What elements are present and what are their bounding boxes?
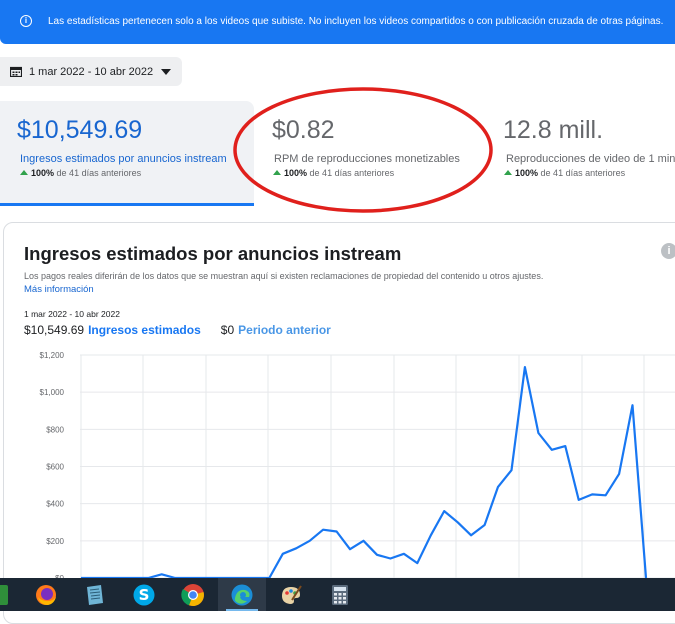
app-icon[interactable]	[0, 583, 18, 607]
chrome-icon[interactable]	[181, 583, 205, 607]
edge-icon[interactable]	[230, 583, 254, 607]
taskbar: S	[0, 578, 675, 611]
series-line	[81, 366, 648, 580]
line-chart: $0$200$400$600$800$1,000$1,200	[40, 351, 675, 583]
y-tick-label: $400	[46, 500, 64, 509]
paint-icon[interactable]	[279, 583, 303, 607]
svg-text:S: S	[139, 586, 150, 604]
calculator-icon[interactable]	[328, 583, 352, 607]
y-tick-label: $1,200	[40, 351, 65, 360]
y-tick-label: $600	[46, 463, 64, 472]
notepad-icon[interactable]	[83, 583, 107, 607]
y-tick-label: $800	[46, 425, 64, 434]
skype-icon[interactable]: S	[132, 583, 156, 607]
y-tick-label: $200	[46, 537, 64, 546]
y-tick-label: $1,000	[40, 388, 65, 397]
firefox-icon[interactable]	[34, 583, 58, 607]
